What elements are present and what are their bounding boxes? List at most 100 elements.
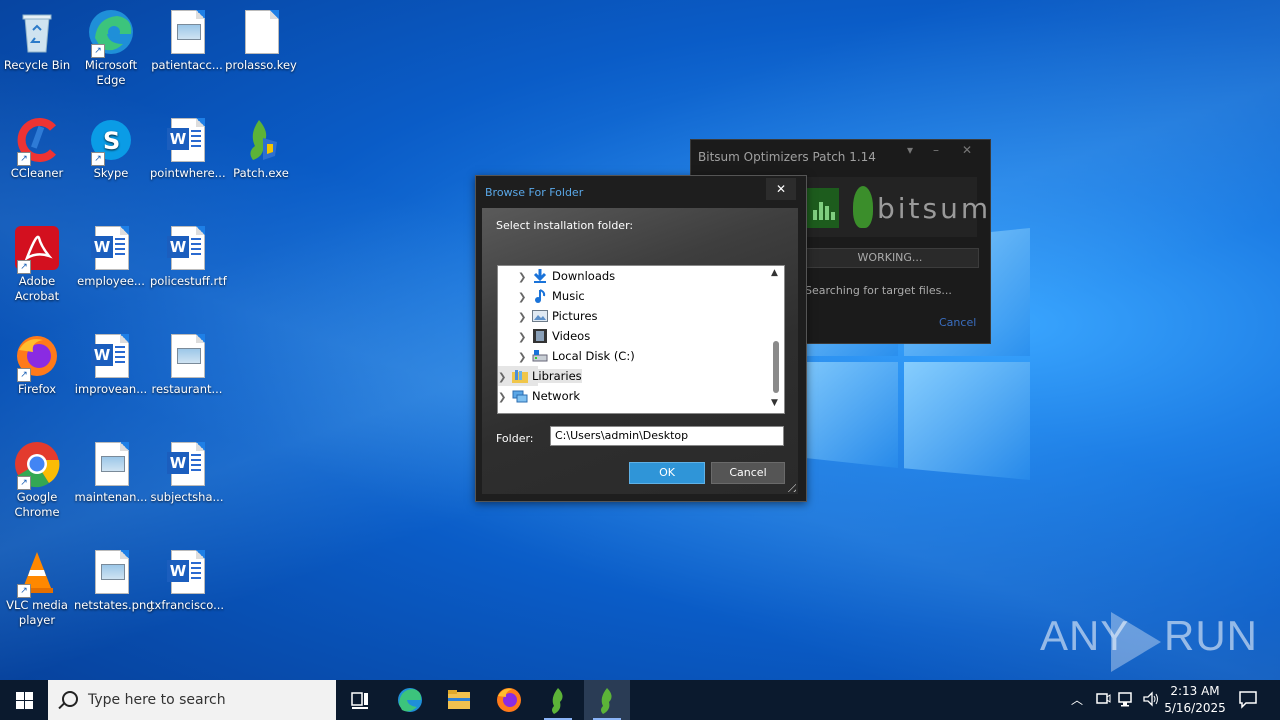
image-file-icon — [87, 440, 135, 488]
desktop-icon-label: pointwhere... — [150, 166, 226, 180]
meet-now-icon[interactable] — [1095, 690, 1111, 711]
svg-text:S: S — [103, 127, 120, 155]
notification-center-icon[interactable] — [1238, 689, 1258, 712]
desktop-icon-patch-exe[interactable]: Patch.exe — [224, 116, 298, 181]
clock-date: 5/16/2025 — [1164, 701, 1226, 715]
tree-item-network[interactable]: ❯ Network — [498, 386, 580, 406]
anyrun-play-icon — [1111, 612, 1161, 672]
status-bar: WORKING... — [801, 248, 979, 268]
task-view-button[interactable] — [338, 684, 382, 716]
desktop-icon-label: Adobe Acrobat — [14, 274, 60, 303]
desktop-icon-maintenan[interactable]: maintenan... — [74, 440, 148, 505]
search-icon — [62, 691, 78, 707]
tree-item-music[interactable]: ❯ Music — [518, 286, 585, 306]
cancel-link[interactable]: Cancel — [939, 316, 976, 329]
firefox-icon: ↗ — [13, 332, 61, 382]
dropdown-icon[interactable]: ▾ — [907, 143, 913, 157]
desktop-icon-pointwhere[interactable]: W pointwhere... — [150, 116, 226, 181]
tree-item-libraries[interactable]: ❯ Libraries — [498, 366, 582, 386]
ok-button[interactable]: OK — [629, 462, 705, 484]
desktop-icon-adobe-acrobat[interactable]: ↗ Adobe Acrobat — [0, 224, 74, 304]
desktop-icon-recycle-bin[interactable]: Recycle Bin — [0, 8, 74, 73]
downloads-icon — [532, 268, 548, 283]
desktop-icon-edge[interactable]: ↗ Microsoft Edge — [74, 8, 148, 88]
desktop-icon-ccleaner[interactable]: ↗ CCleaner — [0, 116, 74, 181]
desktop-icon-netstates[interactable]: netstates.png — [74, 548, 154, 613]
scrollbar-thumb[interactable] — [773, 341, 779, 393]
desktop-icon-prolasso-key[interactable]: prolasso.key — [224, 8, 298, 73]
taskbar-patch-icon-active[interactable] — [584, 680, 630, 720]
volume-icon[interactable] — [1142, 690, 1160, 711]
start-button[interactable] — [0, 680, 48, 720]
tree-scrollbar[interactable]: ▲ ▼ — [768, 266, 784, 413]
tree-item-label: Network — [532, 389, 581, 403]
desktop-icon-restaurant[interactable]: restaurant... — [150, 332, 224, 397]
close-icon[interactable]: ✕ — [962, 143, 972, 157]
taskbar-search-box[interactable]: Type here to search — [48, 680, 336, 720]
tree-item-downloads[interactable]: ❯ Downloads — [518, 266, 615, 286]
desktop-icon-patientacc[interactable]: patientacc... — [150, 8, 224, 73]
taskbar: Type here to search ︿ 2:13 AM 5/16/2025 — [0, 680, 1280, 720]
tree-item-local-disk[interactable]: ❯ Local Disk (C:) — [518, 346, 635, 366]
desktop-icon-label: txfrancisco... — [150, 598, 225, 612]
show-hidden-icons-icon[interactable]: ︿ — [1071, 691, 1083, 708]
recycle-bin-icon — [13, 8, 61, 56]
chevron-right-icon[interactable]: ❯ — [518, 328, 532, 348]
desktop-icon-label: Google Chrome — [14, 490, 60, 519]
desktop-icon-policestuff[interactable]: W policestuff.rtf — [150, 224, 227, 289]
anyrun-watermark-right: RUN — [1164, 612, 1258, 659]
chevron-right-icon[interactable]: ❯ — [518, 348, 532, 368]
tree-item-videos[interactable]: ❯ Videos — [518, 326, 590, 346]
desktop-icon-label: subjectsha... — [150, 490, 224, 504]
desktop-icon-subjectsha[interactable]: W subjectsha... — [150, 440, 224, 505]
chevron-right-icon[interactable]: ❯ — [518, 288, 532, 308]
acrobat-icon: ↗ — [13, 224, 61, 274]
clock-time: 2:13 AM — [1170, 684, 1220, 698]
image-file-icon — [163, 332, 211, 380]
disk-icon — [532, 349, 548, 363]
desktop-icon-txfrancisco[interactable]: W txfrancisco... — [150, 548, 224, 613]
chevron-right-icon[interactable]: ❯ — [518, 308, 532, 328]
desktop-icon-vlc[interactable]: ↗ VLC media player — [0, 548, 74, 628]
skype-icon: S ↗ — [87, 116, 135, 166]
pictures-icon — [532, 309, 548, 323]
scroll-down-icon[interactable]: ▼ — [771, 398, 778, 408]
taskbar-bitsum-icon[interactable] — [536, 684, 580, 720]
folder-path-input[interactable] — [550, 426, 784, 446]
desktop-icon-label: Patch.exe — [233, 166, 289, 180]
resize-grip-icon[interactable] — [784, 480, 796, 492]
taskbar-file-explorer-icon[interactable] — [437, 684, 481, 716]
word-document-icon: W — [163, 224, 211, 272]
desktop-icon-google-chrome[interactable]: ↗ Google Chrome — [0, 440, 74, 520]
tree-item-label: Pictures — [552, 309, 598, 323]
folder-tree[interactable]: ❯ Downloads ❯ Music ❯ Pictures ❯ Videos ❯ Loc… — [497, 265, 785, 414]
chevron-right-icon[interactable]: ❯ — [498, 388, 512, 408]
desktop-icon-label: Skype — [93, 166, 129, 180]
system-clock[interactable]: 2:13 AM 5/16/2025 — [1160, 683, 1230, 717]
file-icon — [237, 8, 285, 56]
desktop-icon-employee[interactable]: W employee... — [74, 224, 148, 289]
desktop-icon-skype[interactable]: S ↗ Skype — [74, 116, 148, 181]
network-icon — [512, 389, 528, 403]
chevron-right-icon[interactable]: ❯ — [518, 268, 532, 288]
scroll-up-icon[interactable]: ▲ — [771, 268, 778, 278]
desktop-icon-improvean[interactable]: W improvean... — [74, 332, 148, 397]
word-document-icon: W — [87, 224, 135, 272]
tree-item-label: Music — [552, 289, 585, 303]
chevron-right-icon[interactable]: ❯ — [498, 368, 512, 388]
desktop-icon-label: employee... — [77, 274, 145, 288]
tree-item-pictures[interactable]: ❯ Pictures — [518, 306, 598, 326]
taskbar-firefox-icon[interactable] — [487, 684, 531, 716]
close-button[interactable]: ✕ — [766, 178, 796, 200]
desktop-icon-label: VLC media player — [6, 598, 68, 627]
minimize-icon[interactable]: – — [933, 143, 939, 157]
patch-exe-icon — [237, 116, 285, 164]
folder-label: Folder: — [496, 432, 534, 445]
status-message: Searching for target files... — [805, 284, 952, 297]
taskbar-edge-icon[interactable] — [388, 684, 432, 716]
network-tray-icon[interactable] — [1118, 690, 1136, 711]
desktop-icon-firefox[interactable]: ↗ Firefox — [0, 332, 74, 397]
music-icon — [532, 288, 548, 303]
videos-icon — [532, 328, 548, 343]
cancel-button[interactable]: Cancel — [711, 462, 785, 484]
